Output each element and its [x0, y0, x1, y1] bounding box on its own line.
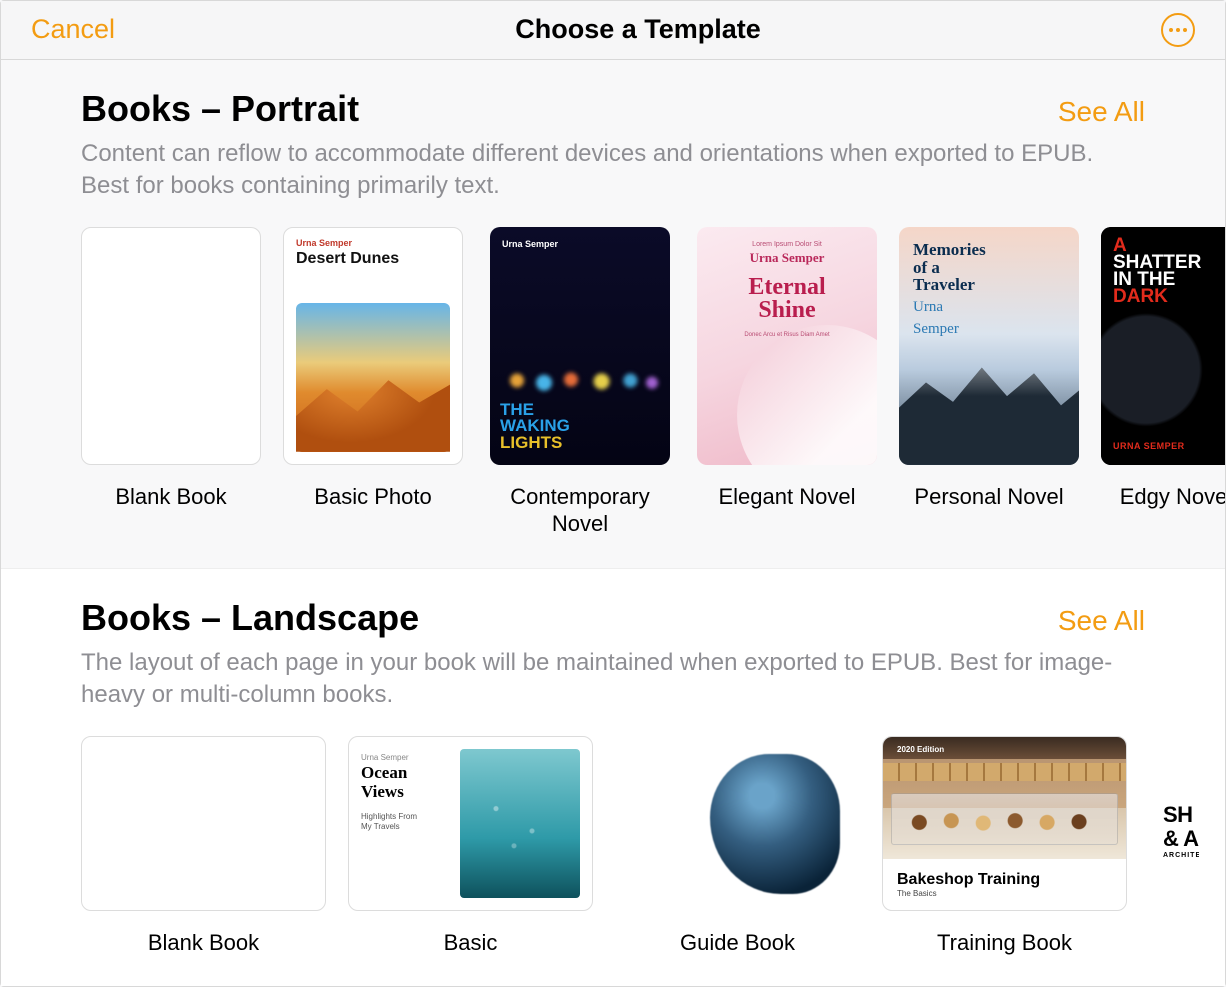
template-thumbnail: Urna Semper Ocean Views Highlights From …	[348, 736, 593, 911]
template-blank-book-landscape[interactable]: Blank Book	[81, 736, 326, 957]
template-label: Elegant Novel	[719, 483, 856, 511]
template-thumbnail: A SHATTER IN THE DARK URNA SEMPER	[1101, 227, 1225, 465]
section-title: Books – Landscape	[81, 597, 419, 639]
template-chooser-window: Cancel Choose a Template Books – Portrai…	[0, 0, 1226, 987]
template-label: Training Book	[937, 929, 1072, 957]
template-thumbnail: Urna Semper THE WAKING LIGHTS	[490, 227, 670, 465]
cover-title: THE WAKING LIGHTS	[500, 402, 570, 450]
section-header: Books – Landscape See All The layout of …	[1, 597, 1225, 712]
cover-edition: 2020 Edition	[897, 745, 944, 754]
template-elegant-novel[interactable]: Lorem Ipsum Dolor Sit Urna Semper Eterna…	[697, 227, 877, 538]
cancel-button[interactable]: Cancel	[31, 14, 115, 45]
cover-title: Desert Dunes	[296, 250, 399, 268]
cover-text: Lorem Ipsum Dolor Sit Urna Semper Eterna…	[697, 227, 877, 465]
template-label: Personal Novel	[914, 483, 1063, 511]
template-thumbnail: 2020 Edition Bakeshop Training The Basic…	[882, 736, 1127, 911]
template-label: Contemporary Novel	[485, 483, 675, 538]
template-label: Edgy Novel	[1120, 483, 1225, 511]
template-label: Blank Book	[115, 483, 226, 511]
template-blank-book[interactable]: Blank Book	[81, 227, 261, 538]
template-partial-landscape[interactable]: SH & A ARCHITEC	[1149, 736, 1199, 957]
template-label: Basic Photo	[314, 483, 431, 511]
dialog-title: Choose a Template	[515, 14, 761, 45]
cover-text: Urna Semper Exploring Wildlife	[629, 750, 703, 795]
cover-title: A SHATTER IN THE DARK	[1113, 237, 1201, 305]
template-edgy-novel[interactable]: A SHATTER IN THE DARK URNA SEMPER Edgy N…	[1101, 227, 1225, 538]
ocean-photo-icon	[460, 749, 580, 898]
template-thumbnail: Urna Semper Exploring Wildlife	[615, 736, 860, 911]
template-thumbnail: Memories of a Traveler Urna Semper	[899, 227, 1079, 465]
cover-author: Urna Semper	[502, 239, 558, 249]
cover-text: Bakeshop Training The Basics	[897, 869, 1112, 898]
section-title: Books – Portrait	[81, 88, 359, 130]
template-thumbnail: SH & A ARCHITEC	[1149, 736, 1199, 911]
more-options-button[interactable]	[1161, 13, 1195, 47]
template-guide-book[interactable]: Urna Semper Exploring Wildlife Guide Boo…	[615, 736, 860, 957]
cover-photo-icon	[296, 303, 450, 452]
cover-author: Urna Semper	[296, 238, 352, 248]
section-books-portrait: Books – Portrait See All Content can ref…	[1, 60, 1225, 569]
cover-author: URNA SEMPER	[1113, 441, 1185, 451]
template-personal-novel[interactable]: Memories of a Traveler Urna Semper Perso…	[899, 227, 1079, 538]
cover-text: Memories of a Traveler Urna Semper	[913, 241, 986, 338]
bubbles-icon	[715, 871, 845, 901]
template-basic-landscape[interactable]: Urna Semper Ocean Views Highlights From …	[348, 736, 593, 957]
see-all-button-portrait[interactable]: See All	[1058, 96, 1145, 128]
see-all-button-landscape[interactable]: See All	[1058, 605, 1145, 637]
template-scroller-landscape[interactable]: Blank Book Urna Semper Ocean Views Highl…	[1, 712, 1225, 977]
template-training-book[interactable]: 2020 Edition Bakeshop Training The Basic…	[882, 736, 1127, 957]
ellipsis-icon	[1169, 28, 1187, 32]
section-books-landscape: Books – Landscape See All The layout of …	[1, 569, 1225, 986]
template-thumbnail: Lorem Ipsum Dolor Sit Urna Semper Eterna…	[697, 227, 877, 465]
header-bar: Cancel Choose a Template	[1, 1, 1225, 60]
template-label: Blank Book	[148, 929, 259, 957]
template-basic-photo[interactable]: Urna Semper Desert Dunes Basic Photo	[283, 227, 463, 538]
template-thumbnail	[81, 227, 261, 465]
template-contemporary-novel[interactable]: Urna Semper THE WAKING LIGHTS Contempora…	[485, 227, 675, 538]
cover-text: Urna Semper Ocean Views Highlights From …	[361, 753, 462, 833]
bokeh-icon	[490, 358, 670, 403]
section-header: Books – Portrait See All Content can ref…	[1, 88, 1225, 203]
bakery-photo-icon	[883, 737, 1126, 859]
template-label: Guide Book	[680, 929, 795, 957]
template-label: Basic	[444, 929, 498, 957]
template-thumbnail: Urna Semper Desert Dunes	[283, 227, 463, 465]
template-thumbnail	[81, 736, 326, 911]
template-scroller-portrait[interactable]: Blank Book Urna Semper Desert Dunes Basi…	[1, 203, 1225, 558]
section-description: Content can reflow to accommodate differ…	[81, 138, 1141, 203]
section-description: The layout of each page in your book wil…	[81, 647, 1141, 712]
